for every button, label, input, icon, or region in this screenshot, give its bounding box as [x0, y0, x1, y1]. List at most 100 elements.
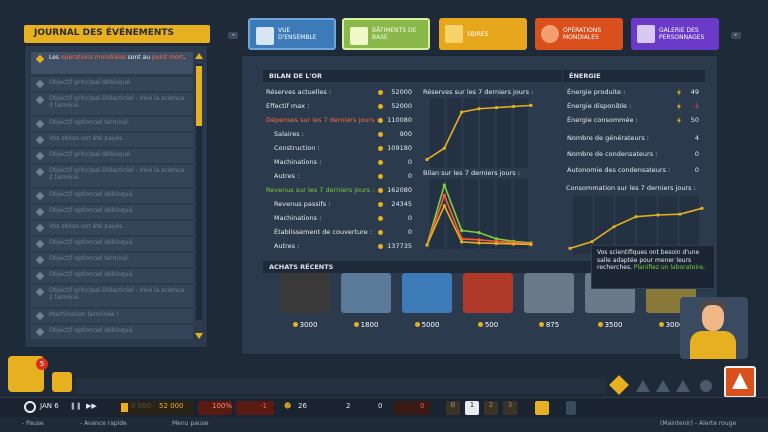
- gold-row-couverture: Établissement de couverture :0: [274, 228, 412, 236]
- data-point: [656, 213, 660, 217]
- gold-coin-icon: [378, 90, 383, 95]
- journal-item[interactable]: Objectif principal débloqué.: [31, 77, 193, 91]
- recent-purchase-item[interactable]: 875: [520, 271, 578, 329]
- chart-column-bg: [463, 98, 478, 168]
- energy-counter: -1: [236, 401, 274, 415]
- gold-coin-icon: [658, 322, 664, 327]
- counter-b-box: 0: [394, 401, 430, 415]
- journal-scrollbar[interactable]: [196, 64, 202, 320]
- pause-button[interactable]: ❚❚: [70, 402, 82, 410]
- journal-item[interactable]: Les opérations mondiales sont au point m…: [31, 52, 193, 74]
- recent-purchase-item[interactable]: 3000: [276, 271, 334, 329]
- journal-item[interactable]: Objectif optionnel débloqué.: [31, 237, 193, 251]
- tab-world-operations[interactable]: OPÉRATIONS MONDIALES: [535, 18, 623, 50]
- controls-footer: - Pause - Avance rapide Menu pause (Main…: [22, 420, 737, 427]
- recent-purchase-item[interactable]: 5000: [398, 271, 456, 329]
- minion-count: 26: [298, 402, 307, 410]
- balance-chart-title: Bilan sur les 7 derniers jours :: [423, 169, 520, 177]
- gold-coin-icon: [378, 188, 383, 193]
- reserves-chart-title: Réserves sur les 7 derniers jours :: [423, 88, 534, 96]
- objective-diamond-icon[interactable]: [609, 375, 629, 395]
- speed-key-1[interactable]: 1: [465, 401, 479, 415]
- tab-overview[interactable]: VUE D'ENSEMBLE: [248, 18, 336, 50]
- tab-prev-key[interactable]: ◂: [228, 32, 238, 39]
- fast-forward-button[interactable]: ▶▶: [86, 402, 97, 410]
- energy-bolt-icon: [677, 117, 681, 124]
- journal-item[interactable]: Objectif principal Didacticiel - Vive la…: [31, 93, 193, 115]
- journal-item[interactable]: Objectif optionnel débloqué.: [31, 205, 193, 219]
- energy-bolt-icon: [677, 103, 681, 110]
- tab-minions[interactable]: SBIRES: [439, 18, 527, 50]
- gold-row-reserves: Réserves actuelles :52000: [266, 88, 412, 96]
- recent-purchase-item[interactable]: 500: [459, 271, 517, 329]
- gold-row-revenus: Revenus sur les 7 derniers jours :162080: [266, 186, 412, 194]
- alert-triangle-icon: [732, 373, 748, 389]
- recent-purchase-item[interactable]: 1800: [337, 271, 395, 329]
- diamond-icon: [35, 191, 45, 201]
- energy-row-produite: Énergie produite :49: [567, 88, 699, 96]
- scroll-up-icon[interactable]: [195, 53, 203, 59]
- data-point: [634, 215, 638, 219]
- purchase-price: 5000: [398, 321, 456, 329]
- energy-row-autonomie: Autonomie des condensateurs :0: [567, 166, 699, 174]
- warning-icon[interactable]: [636, 380, 650, 392]
- gold-row-passifs: Revenus passifs :24345: [274, 200, 412, 208]
- gold-row-depenses: Dépenses sur les 7 derniers jours :11008…: [266, 116, 412, 124]
- journal-item[interactable]: Objectif optionnel terminé.: [31, 117, 193, 131]
- plan-lab-link[interactable]: Planifiez un laboratoire: [634, 264, 703, 271]
- journal-item[interactable]: Objectif principal Didacticiel - Vive la…: [31, 285, 193, 307]
- journal-item[interactable]: Vos sbires ont été payés.: [31, 221, 193, 235]
- journal-item[interactable]: Objectif optionnel terminé.: [31, 253, 193, 267]
- data-point: [529, 242, 533, 247]
- purchase-price: 500: [459, 321, 517, 329]
- data-point: [512, 242, 516, 246]
- journal-item[interactable]: Objectif optionnel débloqué.: [31, 269, 193, 283]
- reserves-chart: [425, 98, 533, 168]
- data-point: [460, 240, 464, 244]
- diamond-icon: [35, 239, 45, 249]
- energy-bolt-icon: [677, 89, 681, 96]
- scroll-down-icon[interactable]: [195, 333, 203, 339]
- data-point: [512, 104, 516, 109]
- gold-row-machinations2: Machinations :0: [274, 214, 412, 222]
- diamond-icon: [35, 271, 45, 281]
- consumption-chart-title: Consommation sur les 7 derniers jours :: [566, 184, 696, 192]
- journal-item[interactable]: Vos sbires ont été payés.: [31, 133, 193, 147]
- gold-coin-icon: [378, 216, 383, 221]
- tab-base-buildings[interactable]: BÂTIMENTS DE BASE: [342, 18, 430, 50]
- home-icon[interactable]: [52, 372, 72, 392]
- gear-icon[interactable]: [700, 380, 712, 392]
- gold-coin-icon: [378, 202, 383, 207]
- diamond-icon: [35, 287, 45, 297]
- journal-item[interactable]: Machination terminée !: [31, 309, 193, 323]
- purchase-price: 875: [520, 321, 578, 329]
- diamond-icon: [35, 167, 45, 177]
- room-icon: [341, 273, 391, 313]
- journal-item[interactable]: Objectif optionnel débloqué.: [31, 189, 193, 203]
- diamond-icon: [35, 135, 45, 145]
- gold-coin-icon: [378, 146, 383, 151]
- gold-coin-icon: [378, 230, 383, 235]
- journal-item[interactable]: Objectif principal Didacticiel - Vive la…: [31, 165, 193, 187]
- advisor-portrait[interactable]: [680, 297, 748, 359]
- gold-coin-icon: [477, 322, 483, 327]
- red-alert-button[interactable]: [724, 366, 756, 398]
- chart-column-bg: [513, 98, 528, 168]
- warning-icon[interactable]: [656, 380, 670, 392]
- camera-icon[interactable]: [535, 401, 549, 415]
- diamond-icon: [35, 54, 45, 64]
- tab-next-key[interactable]: ▸: [731, 32, 741, 39]
- speed-key-3[interactable]: 3: [503, 401, 517, 415]
- warning-icon[interactable]: [676, 380, 690, 392]
- speed-key-b[interactable]: B: [446, 401, 460, 415]
- diamond-icon: [35, 327, 45, 337]
- speed-key-2[interactable]: 2: [484, 401, 498, 415]
- journal-item[interactable]: Objectif optionnel débloqué.: [31, 325, 193, 339]
- journal-item[interactable]: Objectif principal débloqué.: [31, 149, 193, 163]
- cabinet-icon: [463, 273, 513, 313]
- tab-character-gallery[interactable]: GALERIE DES PERSONNAGES: [631, 18, 719, 50]
- gold-coin-icon: [292, 322, 298, 327]
- energy-row-condensateurs: Nombre de condensateurs :0: [567, 150, 699, 158]
- clipboard-icon: [256, 27, 274, 45]
- journal-scroll-thumb[interactable]: [196, 66, 202, 126]
